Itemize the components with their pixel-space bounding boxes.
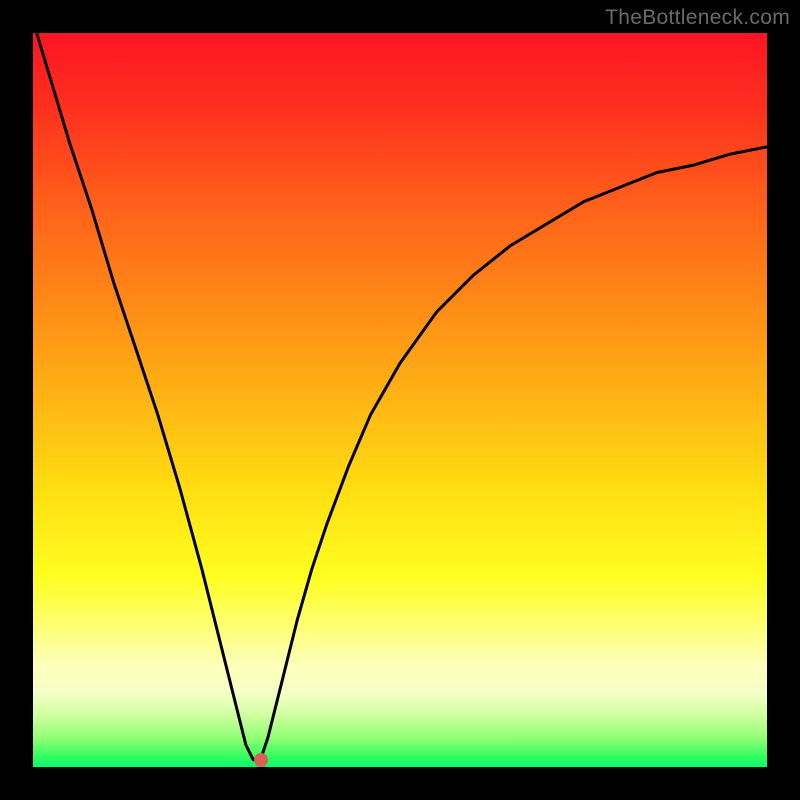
watermark-text: TheBottleneck.com: [605, 6, 790, 30]
chart-frame: TheBottleneck.com: [0, 0, 800, 800]
plot-area: [33, 33, 767, 767]
curve-minimum-marker: [254, 753, 268, 767]
bottleneck-curve: [33, 33, 767, 767]
